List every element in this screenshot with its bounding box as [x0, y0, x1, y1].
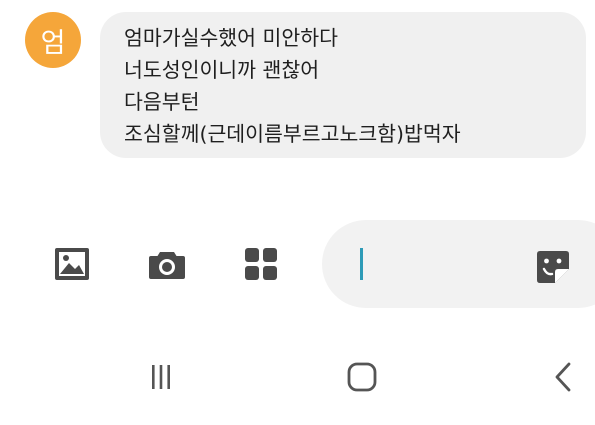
message-line-2: 너도성인이니까 괜찮어: [124, 58, 320, 82]
image-icon: [55, 248, 89, 280]
gallery-button[interactable]: [50, 242, 94, 286]
message-line-3: 다음부턴: [124, 90, 200, 114]
message-line-4: 조심할께(근데이름부르고노크함)밥먹자: [124, 122, 461, 146]
recent-apps-icon: [152, 365, 170, 389]
avatar-initial: 엄: [40, 27, 66, 59]
sticker-button[interactable]: [533, 247, 573, 287]
home-button[interactable]: [337, 354, 387, 400]
message-bubble[interactable]: 엄마가실수했어 미안하다 너도성인이니까 괜찮어 다음부턴 조심할께(근데이름부…: [100, 12, 586, 158]
text-cursor: [360, 248, 363, 280]
message-line-1: 엄마가실수했어 미안하다: [124, 26, 338, 50]
camera-button[interactable]: [145, 242, 189, 286]
apps-grid-icon: [245, 248, 277, 280]
home-icon: [347, 362, 377, 392]
recent-apps-button[interactable]: [136, 354, 186, 400]
sender-avatar[interactable]: 엄: [25, 12, 81, 68]
sticker-icon: [537, 251, 569, 283]
message-input[interactable]: [322, 220, 595, 308]
back-icon: [555, 362, 571, 392]
apps-button[interactable]: [239, 242, 283, 286]
camera-icon: [149, 252, 185, 279]
back-button[interactable]: [538, 354, 588, 400]
